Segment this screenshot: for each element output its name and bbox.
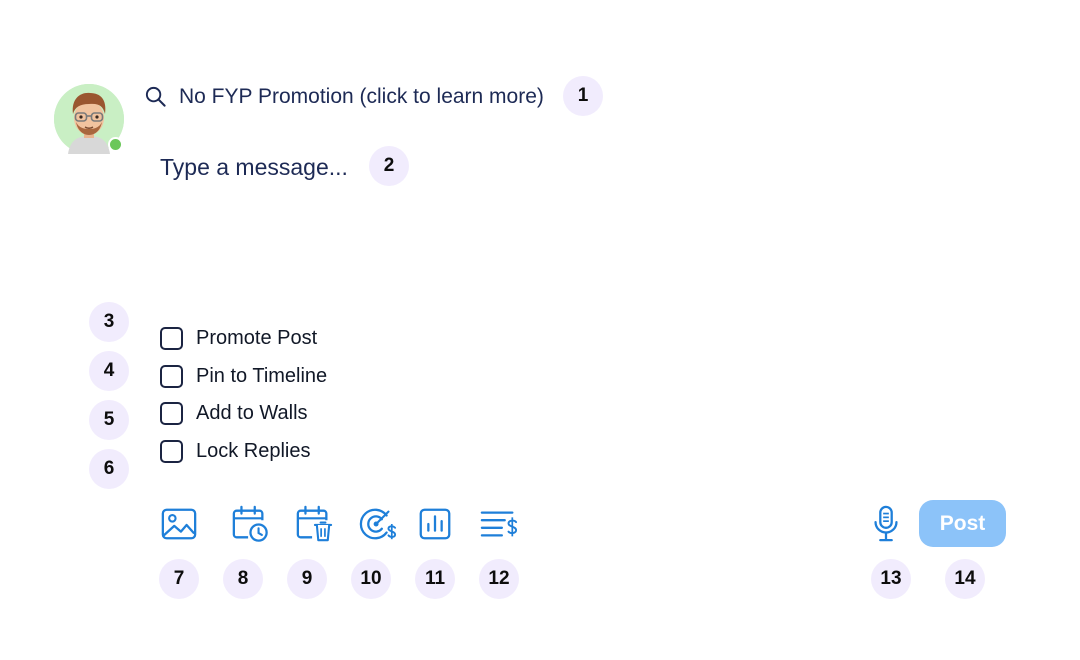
target-price-icon <box>359 508 397 540</box>
price-list-icon <box>480 511 518 537</box>
annotation-badge: 3 <box>89 302 129 342</box>
option-promote-post[interactable]: Promote Post <box>160 326 317 350</box>
poll-chart-icon <box>419 508 451 540</box>
option-label: Pin to Timeline <box>196 364 328 387</box>
annotation-badge: 12 <box>479 559 519 599</box>
annotation-badge: 14 <box>945 559 985 599</box>
schedule-delete-icon <box>296 505 333 542</box>
option-add-to-walls[interactable]: Add to Walls <box>160 401 308 425</box>
annotation-badge: 10 <box>351 559 391 599</box>
add-image-button[interactable] <box>159 504 199 544</box>
annotation-badge: 8 <box>223 559 263 599</box>
annotation-badge: 7 <box>159 559 199 599</box>
schedule-post-button[interactable] <box>230 504 270 544</box>
message-input[interactable] <box>160 152 360 182</box>
annotation-badge: 9 <box>287 559 327 599</box>
annotation-badge: 5 <box>89 400 129 440</box>
annotation-badge: 1 <box>563 76 603 116</box>
voice-record-button[interactable] <box>866 504 906 544</box>
add-to-walls-checkbox[interactable] <box>160 401 183 425</box>
price-list-button[interactable] <box>479 504 519 544</box>
annotation-badge: 11 <box>415 559 455 599</box>
microphone-icon <box>874 505 898 542</box>
lock-replies-checkbox[interactable] <box>160 439 183 463</box>
option-label: Promote Post <box>196 326 318 349</box>
annotation-badge: 2 <box>369 146 409 186</box>
fyp-promotion-link[interactable]: No FYP Promotion (click to learn more) <box>179 84 544 110</box>
annotation-badge: 13 <box>871 559 911 599</box>
target-price-button[interactable] <box>358 504 398 544</box>
image-icon <box>161 508 197 540</box>
schedule-delete-button[interactable] <box>294 504 334 544</box>
annotation-badge: 6 <box>89 449 129 489</box>
schedule-post-icon <box>232 505 268 542</box>
online-status-dot <box>108 137 123 152</box>
option-label: Add to Walls <box>196 401 308 424</box>
poll-button[interactable] <box>415 504 455 544</box>
post-button[interactable]: Post <box>919 500 1006 547</box>
annotation-badge: 4 <box>89 351 129 391</box>
option-label: Lock Replies <box>196 439 311 462</box>
option-lock-replies[interactable]: Lock Replies <box>160 439 311 463</box>
option-pin-to-timeline[interactable]: Pin to Timeline <box>160 364 327 388</box>
search-icon <box>144 85 167 108</box>
pin-to-timeline-checkbox[interactable] <box>160 364 183 388</box>
promote-post-checkbox[interactable] <box>160 326 183 350</box>
